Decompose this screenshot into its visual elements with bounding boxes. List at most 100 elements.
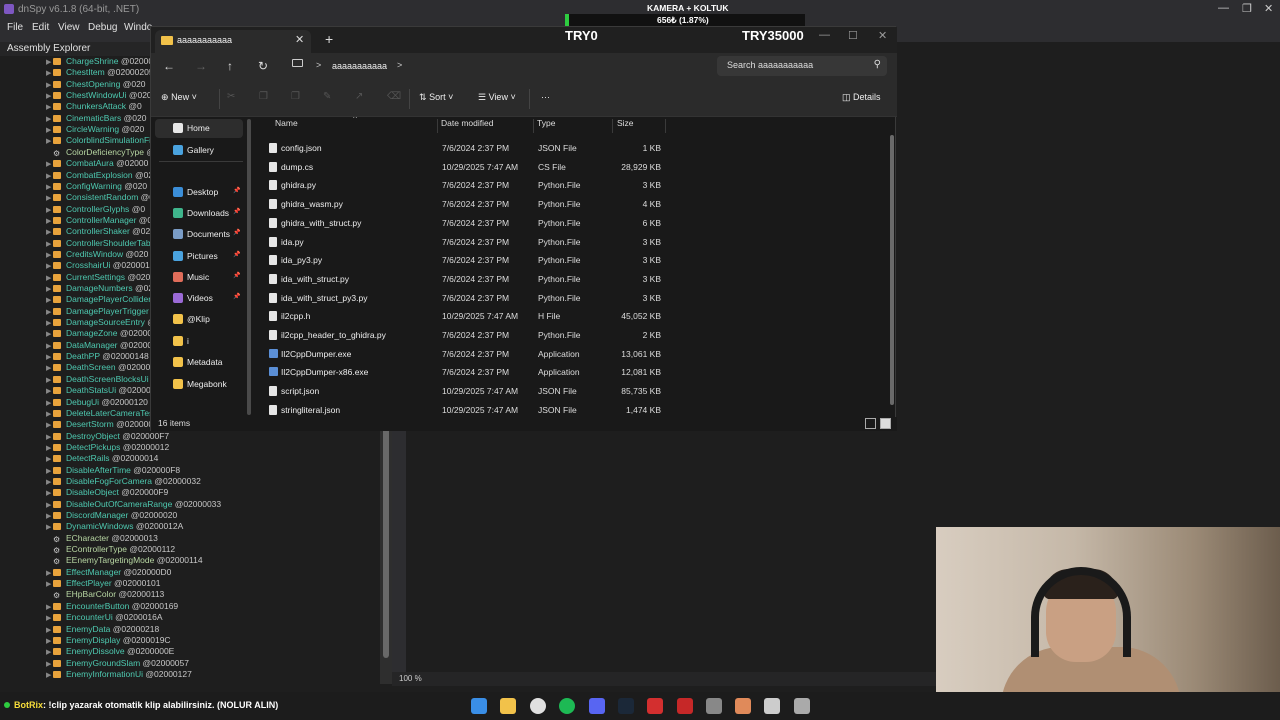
nav-item[interactable]: Desktop 📌 [155,183,243,202]
expand-arrow-icon[interactable]: ▶ [46,114,53,125]
tree-item[interactable]: ▶ EnemyDissolve @0200000E [46,646,386,657]
refresh-icon[interactable]: ↻ [258,59,268,73]
file-row[interactable]: ghidra_with_struct.py 7/6/2024 2:37 PM Pyt… [265,214,675,232]
expand-arrow-icon[interactable]: ▶ [46,386,53,397]
share-icon[interactable]: ↗ [355,91,363,102]
tree-item[interactable]: ▶ DetectRails @02000014 [46,453,386,464]
expand-arrow-icon[interactable]: ▶ [46,329,53,340]
app-red-icon[interactable] [647,698,663,714]
nav-item[interactable]: Pictures 📌 [155,247,243,266]
menu-view[interactable]: View [58,22,80,33]
tree-item[interactable]: ▶ DisableAfterTime @020000F8 [46,465,386,476]
tree-item[interactable]: ▶ DisableOutOfCameraRange @02000033 [46,499,386,510]
tree-item[interactable]: ⚙ EEnemyTargetingMode @02000114 [46,555,386,566]
file-explorer-icon[interactable] [500,698,516,714]
paste-icon[interactable]: ❐ [291,91,300,102]
menu-edit[interactable]: Edit [32,22,49,33]
tab-close-icon[interactable]: ✕ [295,33,304,46]
expand-arrow-icon[interactable]: ▶ [46,602,53,613]
expand-arrow-icon[interactable]: ▶ [46,307,53,318]
expand-arrow-icon[interactable]: ▶ [46,295,53,306]
expand-arrow-icon[interactable]: ▶ [46,398,53,409]
expand-arrow-icon[interactable]: ▶ [46,239,53,250]
pin-icon[interactable]: 📌 [233,229,240,236]
file-row[interactable]: ida.py 7/6/2024 2:37 PM Python.File 3 KB [265,233,675,251]
file-row[interactable]: ida_with_struct.py 7/6/2024 2:37 PM Python… [265,270,675,288]
tree-item[interactable]: ▶ DynamicWindows @0200012A [46,521,386,532]
column-divider[interactable] [533,119,534,133]
app-figure-icon[interactable] [735,698,751,714]
column-type[interactable]: Type [537,118,555,128]
column-divider[interactable] [612,119,613,133]
copy-icon[interactable]: ❐ [259,91,268,102]
sort-button[interactable]: ⇅ Sort ˅ [419,92,453,103]
expand-arrow-icon[interactable]: ▶ [46,375,53,386]
tree-item[interactable]: ▶ DestroyObject @020000F7 [46,431,386,442]
expand-arrow-icon[interactable]: ▶ [46,273,53,284]
delete-icon[interactable]: ⌫ [387,91,401,102]
tree-item[interactable]: ▶ EnemyDisplay @0200019C [46,635,386,646]
nav-item[interactable]: Metadata [155,353,243,372]
pin-icon[interactable]: 📌 [233,293,240,300]
explorer-close-icon[interactable]: ✕ [878,29,887,42]
expand-arrow-icon[interactable]: ▶ [46,511,53,522]
expand-arrow-icon[interactable]: ▶ [46,443,53,454]
rename-icon[interactable]: ✎ [323,91,331,102]
nav-item[interactable]: Gallery [155,141,243,160]
steam-icon[interactable] [618,698,634,714]
menu-debug[interactable]: Debug [88,22,117,33]
expand-arrow-icon[interactable]: ▶ [46,193,53,204]
explorer-minimize-icon[interactable]: — [819,29,830,41]
nav-item[interactable]: Videos 📌 [155,289,243,308]
nav-item[interactable]: Home [155,119,243,138]
maximize-icon[interactable]: ❐ [1242,2,1252,15]
file-row[interactable]: config.json 7/6/2024 2:37 PM JSON File 1 KB [265,139,675,157]
column-divider[interactable] [665,119,666,133]
menu-file[interactable]: File [7,22,23,33]
expand-arrow-icon[interactable]: ▶ [46,477,53,488]
tree-item[interactable]: ▶ DisableObject @020000F9 [46,487,386,498]
expand-arrow-icon[interactable]: ▶ [46,102,53,113]
expand-arrow-icon[interactable]: ▶ [46,227,53,238]
column-size[interactable]: Size [617,118,634,128]
expand-arrow-icon[interactable]: ▶ [46,352,53,363]
app-stripes-icon[interactable] [677,698,693,714]
column-name[interactable]: Name [275,118,298,128]
chevron-right-icon[interactable]: > [316,60,321,70]
search-input[interactable]: Search aaaaaaaaaaa ⚲ [717,56,887,76]
7zip-icon[interactable] [764,698,780,714]
menu-window[interactable]: Windo [124,22,152,33]
expand-arrow-icon[interactable]: ▶ [46,205,53,216]
minimize-icon[interactable]: — [1218,2,1229,14]
expand-arrow-icon[interactable]: ▶ [46,136,53,147]
expand-arrow-icon[interactable]: ▶ [46,261,53,272]
expand-arrow-icon[interactable]: ▶ [46,488,53,499]
back-icon[interactable]: ← [163,59,175,73]
tree-item[interactable]: ▶ DisableFogForCamera @02000032 [46,476,386,487]
pin-icon[interactable]: 📌 [233,251,240,258]
nav-item[interactable]: Music 📌 [155,268,243,287]
expand-arrow-icon[interactable]: ▶ [46,216,53,227]
details-view-icon[interactable] [865,418,876,429]
nav-item[interactable]: Documents 📌 [155,225,243,244]
cut-icon[interactable]: ✂ [227,91,235,102]
nav-item[interactable]: i [155,332,243,351]
file-row[interactable]: script.json 10/29/2025 7:47 AM JSON File 85… [265,382,675,400]
file-row[interactable]: ida_py3.py 7/6/2024 2:37 PM Python.File 3 K… [265,251,675,269]
tree-item[interactable]: ⚙ ECharacter @02000013 [46,533,386,544]
details-pane-button[interactable]: ◫ Details [842,92,881,103]
expand-arrow-icon[interactable]: ▶ [46,363,53,374]
breadcrumb[interactable]: > aaaaaaaaaaa > [285,57,717,77]
spotify-icon[interactable] [559,698,575,714]
windows-start-icon[interactable] [471,698,487,714]
expand-arrow-icon[interactable]: ▶ [46,613,53,624]
expand-arrow-icon[interactable]: ▶ [46,91,53,102]
tree-item[interactable]: ▶ EnemyInformationUi @02000127 [46,669,386,680]
zoom-level[interactable]: 100 % [399,674,422,683]
expand-arrow-icon[interactable]: ▶ [46,579,53,590]
tree-item[interactable]: ▶ EffectPlayer @02000101 [46,578,386,589]
new-button[interactable]: ⊕ New ˅ [161,92,197,103]
file-row[interactable]: dump.cs 10/29/2025 7:47 AM CS File 28,929 K… [265,158,675,176]
task-view-icon[interactable] [794,698,810,714]
expand-arrow-icon[interactable]: ▶ [46,159,53,170]
